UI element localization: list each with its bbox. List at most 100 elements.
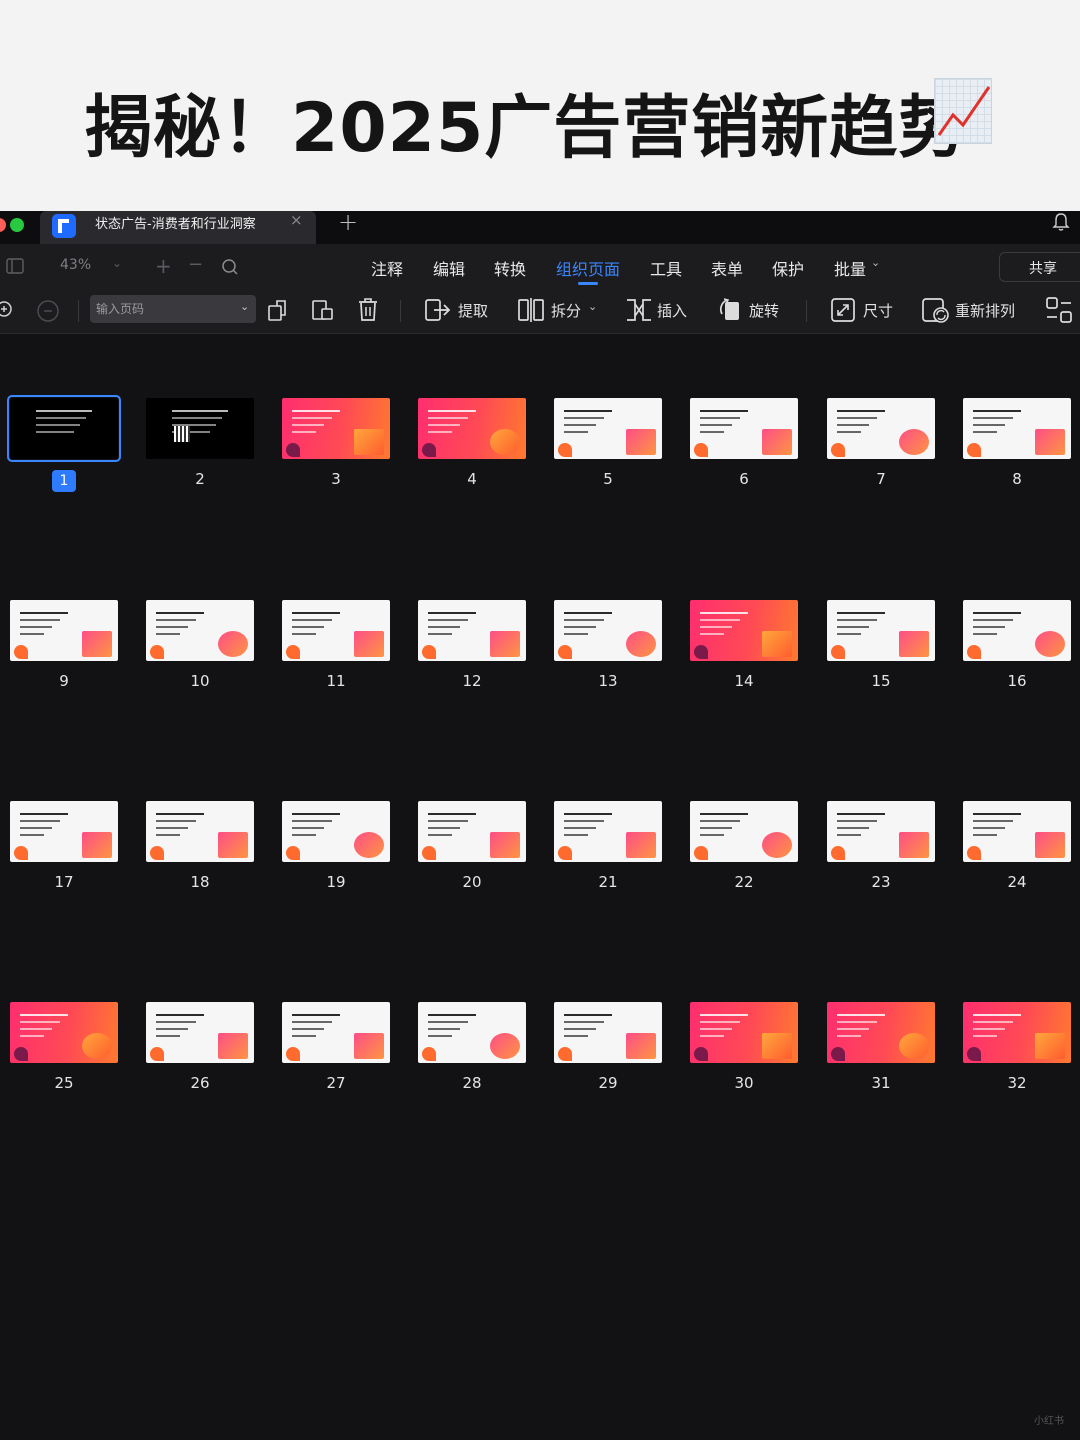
page-thumbnail[interactable]: 27 (282, 1002, 390, 1102)
menu-edit[interactable]: 编辑 (433, 256, 465, 280)
preview-graphic (694, 846, 708, 860)
insert-button[interactable]: 插入 (625, 296, 691, 324)
page-size-button[interactable]: 尺寸 (829, 296, 895, 324)
page-thumbnail[interactable]: 7 (827, 398, 935, 498)
page-thumbnail[interactable]: 16 (963, 600, 1071, 700)
preview-text-line (156, 1021, 196, 1023)
page-number-label: 16 (1007, 672, 1027, 690)
window-close-dot[interactable] (0, 218, 6, 232)
page-thumbnail[interactable]: 31 (827, 1002, 935, 1102)
page-preview (10, 801, 118, 862)
menu-organize-pages[interactable]: 组织页面 (556, 256, 620, 280)
menu-tools[interactable]: 工具 (650, 256, 682, 280)
menu-forms[interactable]: 表单 (711, 256, 743, 280)
page-input-chevron-icon[interactable]: ⌄ (240, 300, 249, 313)
page-thumbnail[interactable]: 11 (282, 600, 390, 700)
rotate-button[interactable]: 旋转 (717, 296, 783, 324)
rearrange-button[interactable]: 重新排列 (921, 296, 1021, 324)
menu-annotate[interactable]: 注释 (371, 256, 403, 280)
page-thumbnail[interactable]: 4 (418, 398, 526, 498)
preview-text-line (20, 813, 68, 815)
window-maximize-dot[interactable] (10, 218, 24, 232)
page-thumbnail[interactable]: 9 (10, 600, 118, 700)
banner-title: 揭秘！2025广告营销新趋势 (84, 89, 968, 168)
preview-text-line (292, 1021, 332, 1023)
notification-bell-icon[interactable] (1052, 212, 1070, 232)
preview-text-line (837, 612, 885, 614)
delete-page-icon[interactable] (356, 297, 380, 323)
page-preview (963, 801, 1071, 862)
page-thumbnail[interactable]: 23 (827, 801, 935, 901)
preview-graphic (694, 443, 708, 457)
page-preview (963, 398, 1071, 459)
page-thumbnail[interactable]: 30 (690, 1002, 798, 1102)
preview-text-line (156, 626, 188, 628)
split-icon (518, 298, 544, 322)
page-thumbnail[interactable]: 32 (963, 1002, 1071, 1102)
page-thumbnail[interactable]: 13 (554, 600, 662, 700)
page-thumbnail[interactable]: 1 (7, 395, 121, 498)
sidebar-toggle-icon[interactable] (6, 258, 24, 274)
preview-graphic (286, 443, 300, 457)
page-thumbnail[interactable]: 6 (690, 398, 798, 498)
preview-text-line (837, 1028, 869, 1030)
page-thumbnail[interactable]: 18 (146, 801, 254, 901)
search-zoom-icon[interactable] (219, 256, 239, 276)
zoom-in-icon[interactable] (0, 300, 16, 320)
page-thumbnail[interactable]: 15 (827, 600, 935, 700)
menu-protect[interactable]: 保护 (772, 256, 804, 280)
split-button[interactable]: 拆分 ⌄ (517, 296, 601, 324)
page-preview (7, 395, 121, 462)
preview-graphic (218, 832, 248, 858)
page-thumbnail[interactable]: 2 (146, 398, 254, 498)
insert-label: 插入 (657, 302, 688, 320)
page-thumbnail[interactable]: 3 (282, 398, 390, 498)
extract-button[interactable]: 提取 (424, 296, 494, 324)
preview-graphic (354, 832, 384, 858)
page-thumbnail[interactable]: 26 (146, 1002, 254, 1102)
zoom-out-icon[interactable] (36, 299, 60, 323)
zoom-dropdown-chevron-icon[interactable]: ⌄ (112, 256, 122, 270)
menu-convert[interactable]: 转换 (494, 256, 526, 280)
page-number-label: 32 (1007, 1074, 1027, 1092)
page-thumbnail[interactable]: 14 (690, 600, 798, 700)
rotate-icon (719, 298, 739, 320)
rotate-left-page-icon[interactable] (265, 297, 291, 323)
page-thumbnail[interactable]: 5 (554, 398, 662, 498)
document-tab[interactable]: 状态广告-消费者和行业洞察 × (40, 211, 316, 244)
window-titlebar: 状态广告-消费者和行业洞察 × + (0, 208, 1080, 244)
more-tools-icon[interactable] (1045, 296, 1073, 324)
preview-text-line (428, 813, 476, 815)
page-preview (146, 600, 254, 661)
page-thumbnail[interactable]: 17 (10, 801, 118, 901)
insert-icon (627, 299, 651, 321)
page-number-input[interactable] (90, 295, 256, 323)
share-button[interactable]: 共享 (999, 252, 1080, 282)
page-thumbnail[interactable]: 10 (146, 600, 254, 700)
menu-batch[interactable]: 批量 (834, 256, 866, 280)
preview-text-line (156, 820, 196, 822)
preview-graphic (490, 631, 520, 657)
page-thumbnail[interactable]: 21 (554, 801, 662, 901)
page-number-label: 29 (598, 1074, 618, 1092)
tab-close-icon[interactable]: × (290, 211, 303, 229)
rotate-right-page-icon[interactable] (310, 297, 336, 323)
preview-text-line (36, 431, 74, 433)
page-thumbnail[interactable]: 12 (418, 600, 526, 700)
page-thumbnail[interactable]: 25 (10, 1002, 118, 1102)
page-thumbnail[interactable]: 29 (554, 1002, 662, 1102)
page-thumbnail[interactable]: 22 (690, 801, 798, 901)
preview-graphic (286, 846, 300, 860)
page-thumbnail[interactable]: 28 (418, 1002, 526, 1102)
page-thumbnail[interactable]: 19 (282, 801, 390, 901)
page-thumbnail[interactable]: 8 (963, 398, 1071, 498)
preview-text-line (564, 633, 588, 635)
page-thumbnail[interactable]: 24 (963, 801, 1071, 901)
page-preview (554, 398, 662, 459)
zoom-level[interactable]: 43% (60, 257, 91, 273)
preview-graphic (762, 832, 792, 858)
page-thumbnail[interactable]: 20 (418, 801, 526, 901)
preview-graphic (626, 631, 656, 657)
new-tab-button[interactable]: + (338, 208, 358, 236)
preview-text-line (20, 612, 68, 614)
